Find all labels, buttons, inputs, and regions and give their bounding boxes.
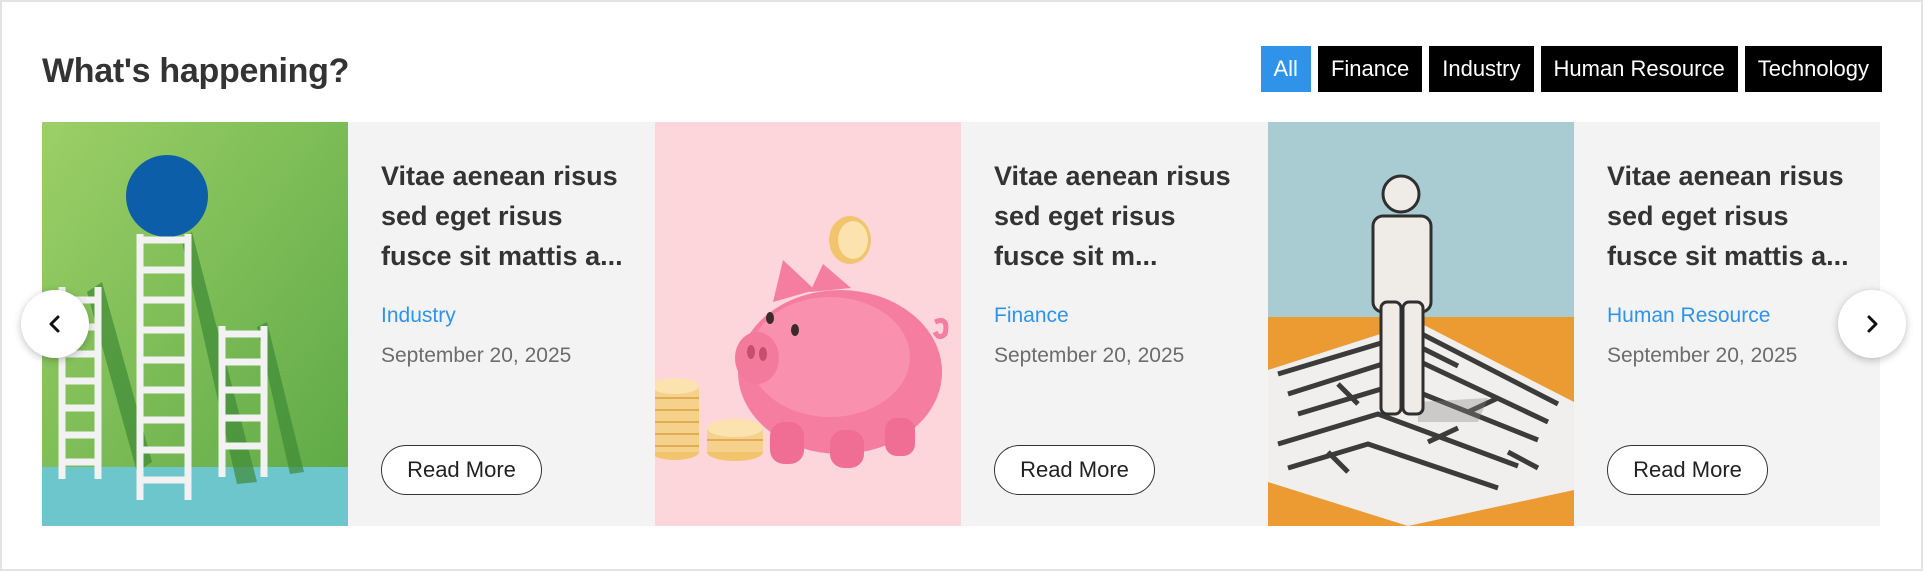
figure-on-maze-image[interactable] xyxy=(1268,122,1574,526)
chevron-right-icon xyxy=(1867,315,1878,333)
news-card-date: September 20, 2025 xyxy=(1607,344,1798,367)
filter-technology[interactable]: Technology xyxy=(1744,46,1882,92)
news-card-body: Vitae aenean risus sed eget risus fusce … xyxy=(961,122,1268,526)
news-card-date: September 20, 2025 xyxy=(381,344,572,367)
read-more-button[interactable]: Read More xyxy=(1607,445,1768,495)
news-card: Vitae aenean risus sed eget risus fusce … xyxy=(1268,122,1880,526)
news-card-body: Vitae aenean risus sed eget risus fusce … xyxy=(348,122,655,526)
read-more-button[interactable]: Read More xyxy=(994,445,1155,495)
filter-bar: All Finance Industry Human Resource Tech… xyxy=(1260,46,1882,92)
filter-human-resource[interactable]: Human Resource xyxy=(1540,46,1738,92)
carousel-prev-button[interactable] xyxy=(21,290,89,358)
news-card-title[interactable]: Vitae aenean risus sed eget risus fusce … xyxy=(1607,156,1851,276)
news-card-category[interactable]: Industry xyxy=(381,302,625,330)
news-card-title[interactable]: Vitae aenean risus sed eget risus fusce … xyxy=(381,156,625,276)
news-card-category[interactable]: Finance xyxy=(994,302,1238,330)
whats-happening-section: What's happening? All Finance Industry H… xyxy=(0,0,1923,571)
filter-industry[interactable]: Industry xyxy=(1429,46,1534,92)
news-card: Vitae aenean risus sed eget risus fusce … xyxy=(655,122,1268,526)
news-card-date: September 20, 2025 xyxy=(994,344,1185,367)
read-more-button[interactable]: Read More xyxy=(381,445,542,495)
news-card-body: Vitae aenean risus sed eget risus fusce … xyxy=(1574,122,1880,526)
carousel-next-button[interactable] xyxy=(1838,290,1906,358)
piggy-bank-coins-image[interactable] xyxy=(655,122,961,526)
news-card-title[interactable]: Vitae aenean risus sed eget risus fusce … xyxy=(994,156,1238,276)
chevron-left-icon xyxy=(49,315,60,333)
news-card: Vitae aenean risus sed eget risus fusce … xyxy=(42,122,655,526)
section-title: What's happening? xyxy=(42,52,350,90)
news-card-category[interactable]: Human Resource xyxy=(1607,302,1851,330)
filter-all[interactable]: All xyxy=(1260,46,1311,92)
news-carousel: Vitae aenean risus sed eget risus fusce … xyxy=(42,122,1880,526)
filter-finance[interactable]: Finance xyxy=(1317,46,1423,92)
